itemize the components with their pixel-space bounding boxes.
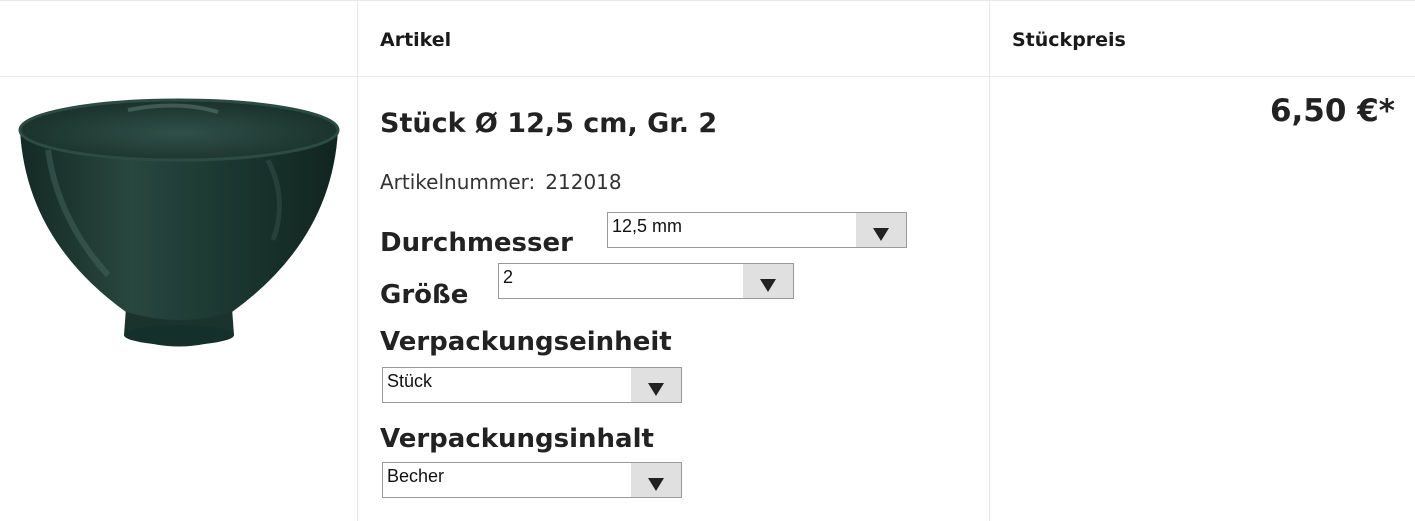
size-label: Größe [380,280,469,310]
chevron-down-icon [648,383,664,396]
table-header: Artikel Stückpreis [0,0,1415,77]
article-number-label: Artikelnummer: [380,170,536,194]
packaging-unit-select[interactable]: Stück [382,367,682,403]
header-unit-price: Stückpreis [1012,29,1126,51]
header-article: Artikel [380,29,452,51]
product-table: Artikel Stückpreis Stück Ø 12,5 cm, Gr. … [0,0,1415,521]
size-select[interactable]: 2 [498,263,794,299]
packaging-content-select[interactable]: Becher [382,462,682,498]
dropdown-button[interactable] [631,368,681,402]
product-image[interactable] [18,90,340,360]
packaging-unit-select-value: Stück [387,371,433,391]
chevron-down-icon [648,478,664,491]
size-select-value: 2 [503,267,514,287]
article-number-value: 212018 [545,170,622,194]
column-divider [989,0,990,521]
dropdown-button[interactable] [743,264,793,298]
chevron-down-icon [760,279,776,292]
unit-price: 6,50 €* [1269,93,1395,129]
column-divider [357,0,358,521]
packaging-content-select-value: Becher [387,466,445,486]
packaging-content-label: Verpackungsinhalt [380,424,654,454]
diameter-label: Durchmesser [380,228,573,258]
packaging-unit-label: Verpackungseinheit [380,327,672,357]
diameter-select[interactable]: 12,5 mm [607,212,907,248]
diameter-select-value: 12,5 mm [612,216,683,236]
product-title[interactable]: Stück Ø 12,5 cm, Gr. 2 [380,108,717,139]
chevron-down-icon [873,228,889,241]
article-number: Artikelnummer: 212018 [380,170,622,194]
dropdown-button[interactable] [631,463,681,497]
dropdown-button[interactable] [856,213,906,247]
